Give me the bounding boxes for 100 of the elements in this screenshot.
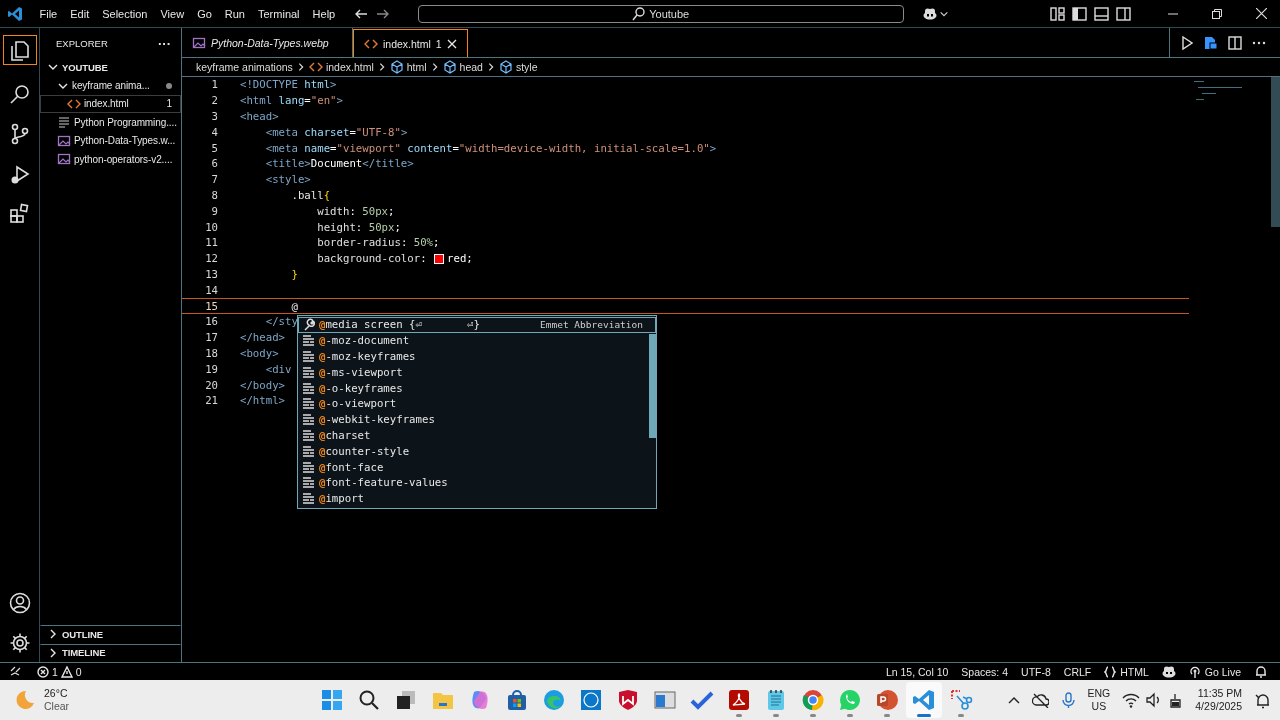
menu-item[interactable]: File bbox=[33, 7, 64, 20]
close-icon[interactable] bbox=[446, 38, 457, 49]
menu-item[interactable]: View bbox=[153, 7, 191, 20]
microphone-icon[interactable] bbox=[1060, 691, 1076, 709]
section-header[interactable]: OUTLINE bbox=[40, 625, 181, 644]
breadcrumb[interactable]: style bbox=[498, 60, 538, 74]
clock-button[interactable]: 11:35 PM 4/29/2025 bbox=[1195, 687, 1242, 713]
right-panel-icon[interactable] bbox=[1116, 5, 1131, 22]
breadcrumb[interactable]: head bbox=[442, 60, 483, 74]
code-line: background-color: red; bbox=[316, 252, 473, 266]
search-field[interactable]: Youtube bbox=[417, 4, 904, 23]
menu-item[interactable]: Go bbox=[190, 7, 219, 20]
menu-item[interactable]: Help bbox=[306, 7, 342, 20]
weather-widget[interactable]: 26°C Clear bbox=[0, 687, 314, 713]
run-icon[interactable] bbox=[1180, 35, 1193, 50]
breadcrumb[interactable]: keyframe animations bbox=[196, 61, 293, 73]
editor-tab[interactable]: Python-Data-Types.webp bbox=[182, 28, 353, 57]
suggestion-item[interactable]: @charset bbox=[298, 427, 656, 444]
robot-face-icon[interactable] bbox=[1161, 665, 1176, 678]
text-lines-icon bbox=[302, 413, 315, 427]
bell-icon[interactable] bbox=[1254, 665, 1268, 678]
tree-item[interactable]: Python-Data-Types.w... bbox=[40, 131, 181, 150]
settings-icon[interactable] bbox=[8, 632, 31, 654]
tree-item[interactable]: Python Programming.... bbox=[40, 113, 181, 132]
more-actions-button[interactable]: ··· bbox=[158, 35, 171, 51]
color-swatch[interactable] bbox=[434, 253, 445, 264]
preview-icon[interactable] bbox=[1203, 35, 1218, 50]
restore-icon[interactable] bbox=[1212, 8, 1222, 19]
status-item[interactable]: UTF-8 bbox=[1021, 665, 1051, 678]
tree-item[interactable]: keyframe anima... bbox=[40, 76, 181, 95]
menu-item[interactable]: Edit bbox=[63, 7, 96, 20]
suggestion-item[interactable]: @import bbox=[298, 490, 656, 507]
suggestion-item[interactable]: @-moz-keyframes bbox=[298, 348, 656, 365]
language-indicator[interactable]: ENG US bbox=[1087, 687, 1111, 713]
search-icon bbox=[632, 6, 646, 21]
line-number: 21 bbox=[204, 394, 218, 408]
notification-bell-icon[interactable] bbox=[1254, 691, 1272, 709]
scrollbar-thumb[interactable] bbox=[649, 334, 656, 438]
wrench-icon bbox=[302, 318, 315, 332]
line-number: 1 bbox=[210, 78, 218, 92]
account-icon[interactable] bbox=[8, 592, 31, 614]
suggestion-item[interactable]: @-ms-viewport bbox=[298, 364, 656, 381]
menu-item[interactable]: Selection bbox=[95, 7, 154, 20]
language-mode-button[interactable]: HTML bbox=[1104, 665, 1149, 678]
cube-icon bbox=[442, 60, 457, 74]
code-line: border-radius: 50%; bbox=[316, 236, 440, 250]
suggestion-item[interactable]: @font-feature-values bbox=[298, 474, 656, 491]
document-icon bbox=[727, 688, 751, 712]
menu-item[interactable]: Run bbox=[218, 7, 252, 20]
status-item[interactable]: Ln 15, Col 10 bbox=[885, 665, 949, 678]
suggestion-item[interactable]: @-o-viewport bbox=[298, 396, 656, 412]
line-number: 15 bbox=[204, 299, 218, 313]
code-editor-icon bbox=[912, 688, 936, 712]
tree-item[interactable]: index.html 1 bbox=[40, 94, 181, 114]
search-icon[interactable] bbox=[8, 83, 31, 105]
editor-tab[interactable]: index.html 1 bbox=[353, 29, 468, 57]
suggestion-item[interactable]: @font-face bbox=[298, 459, 656, 475]
shield-icon bbox=[616, 688, 640, 712]
go-live-button[interactable]: Go Live bbox=[1188, 665, 1241, 678]
status-item[interactable]: CRLF bbox=[1063, 665, 1092, 678]
suggestion-item[interactable]: @media screen {⏎ ⏎} Emmet Abbreviation bbox=[298, 317, 656, 333]
problem-count: 1 bbox=[435, 37, 442, 50]
left-panel-icon[interactable] bbox=[1072, 5, 1087, 22]
line-number: 13 bbox=[204, 267, 218, 281]
code-line: <!DOCTYPE html> bbox=[240, 78, 337, 92]
split-editor-icon[interactable] bbox=[1228, 35, 1242, 50]
suggestion-item[interactable]: @-webkit-keyframes bbox=[298, 411, 656, 428]
breadcrumb[interactable]: html bbox=[389, 60, 427, 74]
menu-item[interactable]: Terminal bbox=[251, 7, 307, 20]
text-file-icon bbox=[57, 115, 71, 130]
close-icon[interactable] bbox=[1256, 8, 1267, 19]
remote-icon[interactable] bbox=[10, 666, 21, 677]
problem-count: 1 bbox=[166, 98, 172, 110]
robot-face-icon[interactable] bbox=[921, 5, 938, 22]
breadcrumb[interactable]: index.html bbox=[308, 60, 374, 74]
cloud-off-icon[interactable] bbox=[1031, 692, 1049, 708]
text-lines-icon bbox=[302, 476, 315, 490]
line-number: 17 bbox=[204, 331, 218, 345]
scrollbar-thumb[interactable] bbox=[1271, 77, 1280, 227]
line-number: 16 bbox=[204, 315, 218, 329]
layout-grid-icon[interactable] bbox=[1050, 5, 1065, 22]
code-line: </head> bbox=[240, 331, 286, 345]
explorer-button[interactable] bbox=[2, 35, 37, 65]
quick-settings-button[interactable] bbox=[1122, 692, 1184, 708]
problems-button[interactable]: 1 0 bbox=[37, 665, 82, 678]
section-header[interactable]: YOUTUBE bbox=[40, 58, 181, 77]
section-header[interactable]: TIMELINE bbox=[40, 643, 181, 662]
suggestion-item[interactable]: @counter-style bbox=[298, 443, 656, 460]
image-file-icon bbox=[57, 133, 71, 148]
line-number: 14 bbox=[204, 283, 218, 297]
status-item[interactable]: Spaces: 4 bbox=[961, 665, 1009, 678]
store-bag-icon bbox=[505, 688, 529, 712]
tree-item[interactable]: python-operators-v2.... bbox=[40, 149, 181, 169]
suggestion-item[interactable]: @-o-keyframes bbox=[298, 380, 656, 396]
extensions-icon[interactable] bbox=[8, 203, 31, 225]
suggestion-item[interactable]: @-moz-document bbox=[298, 332, 656, 349]
slides-icon bbox=[875, 688, 899, 712]
bottom-panel-icon[interactable] bbox=[1094, 5, 1109, 22]
code-line: <style> bbox=[264, 173, 311, 187]
chevron-up-icon[interactable] bbox=[1007, 695, 1020, 705]
